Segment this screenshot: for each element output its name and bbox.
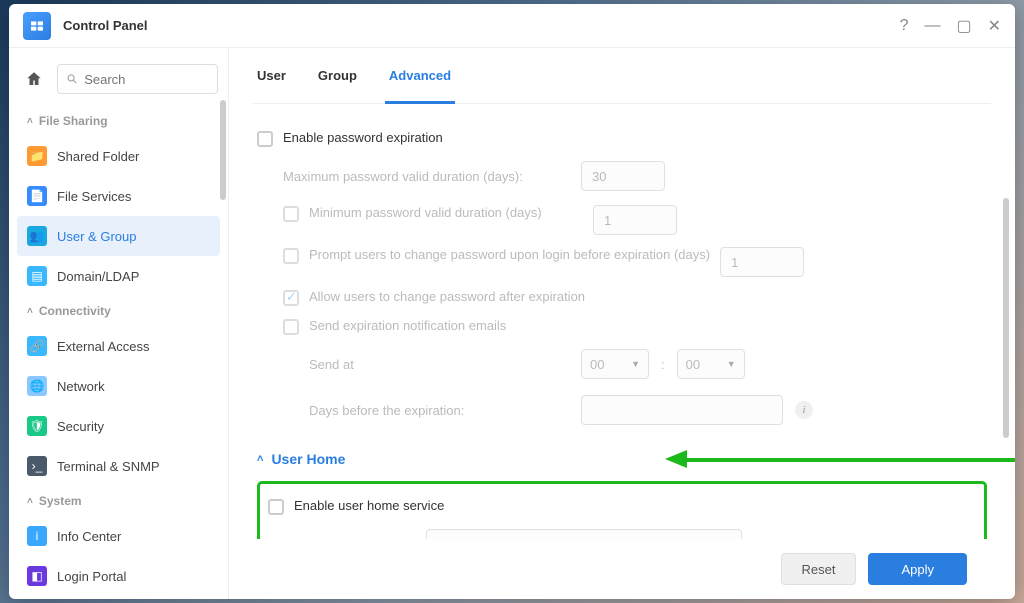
prompt-checkbox xyxy=(283,248,299,264)
terminal-icon: ›_ xyxy=(27,456,47,476)
sidebar-item-terminal-snmp[interactable]: ›_ Terminal & SNMP xyxy=(17,446,220,486)
sidebar-item-login-portal[interactable]: ◧ Login Portal xyxy=(17,556,220,596)
search-input[interactable] xyxy=(84,72,209,87)
sidebar-item-info-center[interactable]: i Info Center xyxy=(17,516,220,556)
info-icon[interactable]: i xyxy=(795,401,813,419)
chevron-up-icon: ˄ xyxy=(257,453,263,465)
sidebar-item-label: Domain/LDAP xyxy=(57,269,139,284)
user-group-icon: 👥 xyxy=(27,226,47,246)
prompt-input[interactable] xyxy=(720,247,804,277)
min-valid-label: Minimum password valid duration (days) xyxy=(309,205,583,220)
enable-password-expiration-checkbox[interactable] xyxy=(257,131,273,147)
sidebar-item-label: Login Portal xyxy=(57,569,126,584)
titlebar: Control Panel ? — ▢ ✕ xyxy=(9,4,1015,48)
chevron-up-icon: ˄ xyxy=(27,116,33,127)
max-valid-input[interactable] xyxy=(581,161,665,191)
content-area: User Group Advanced Enable password expi… xyxy=(229,48,1015,599)
tab-group[interactable]: Group xyxy=(314,60,361,103)
search-icon xyxy=(66,72,78,86)
app-icon xyxy=(23,12,51,40)
sidebar-item-network[interactable]: 🌐 Network xyxy=(17,366,220,406)
location-select[interactable]: Volume 1 (Available capacity: 39 GB)▼ xyxy=(426,529,742,539)
sidebar-item-user-group[interactable]: 👥 User & Group xyxy=(17,216,220,256)
sidebar-item-external-access[interactable]: 🔗 External Access xyxy=(17,326,220,366)
max-valid-label: Maximum password valid duration (days): xyxy=(283,169,569,184)
caret-down-icon: ▼ xyxy=(631,359,640,369)
footer: Reset Apply xyxy=(253,539,991,599)
sidebar-scrollbar[interactable] xyxy=(220,100,226,200)
network-icon: 🌐 xyxy=(27,376,47,396)
user-home-section-header[interactable]: ˄ User Home xyxy=(257,433,987,477)
sidebar-item-shared-folder[interactable]: 📁 Shared Folder xyxy=(17,136,220,176)
sidebar-item-label: Terminal & SNMP xyxy=(57,459,160,474)
search-box[interactable] xyxy=(57,64,218,94)
section-connectivity[interactable]: ˄ Connectivity xyxy=(17,296,220,326)
time-separator: : xyxy=(661,357,665,372)
file-services-icon: 📄 xyxy=(27,186,47,206)
enable-password-expiration-label: Enable password expiration xyxy=(283,130,443,145)
settings-panel: Enable password expiration Maximum passw… xyxy=(253,104,991,539)
reset-button[interactable]: Reset xyxy=(781,553,857,585)
tab-user[interactable]: User xyxy=(253,60,290,103)
close-icon[interactable]: ✕ xyxy=(988,16,1001,36)
chevron-up-icon: ˄ xyxy=(27,306,33,317)
domain-icon: ▤ xyxy=(27,266,47,286)
days-before-input[interactable] xyxy=(581,395,783,425)
external-access-icon: 🔗 xyxy=(27,336,47,356)
tabs: User Group Advanced xyxy=(253,60,991,104)
minimize-icon[interactable]: — xyxy=(924,17,940,35)
send-at-label: Send at xyxy=(309,357,569,372)
enable-user-home-label: Enable user home service xyxy=(294,498,444,513)
allow-change-label: Allow users to change password after exp… xyxy=(309,289,585,304)
tab-advanced[interactable]: Advanced xyxy=(385,60,455,103)
section-system[interactable]: ˄ System xyxy=(17,486,220,516)
sidebar-item-label: User & Group xyxy=(57,229,136,244)
sidebar: ˄ File Sharing 📁 Shared Folder 📄 File Se… xyxy=(9,48,229,599)
send-at-hour-select[interactable]: 00▼ xyxy=(581,349,649,379)
send-notif-label: Send expiration notification emails xyxy=(309,318,506,333)
control-panel-window: Control Panel ? — ▢ ✕ ˄ File Sharing xyxy=(9,4,1015,599)
prompt-label: Prompt users to change password upon log… xyxy=(309,247,710,262)
send-at-minute-select[interactable]: 00▼ xyxy=(677,349,745,379)
info-icon: i xyxy=(27,526,47,546)
sidebar-item-label: File Services xyxy=(57,189,131,204)
chevron-up-icon: ˄ xyxy=(27,496,33,507)
sidebar-item-label: Security xyxy=(57,419,104,434)
maximize-icon[interactable]: ▢ xyxy=(956,16,971,36)
help-icon[interactable]: ? xyxy=(900,17,909,35)
login-portal-icon: ◧ xyxy=(27,566,47,586)
sidebar-item-label: Info Center xyxy=(57,529,121,544)
min-valid-input[interactable] xyxy=(593,205,677,235)
sidebar-item-label: Shared Folder xyxy=(57,149,139,164)
sidebar-item-file-services[interactable]: 📄 File Services xyxy=(17,176,220,216)
shield-icon: 🛡 xyxy=(27,416,47,436)
caret-down-icon: ▼ xyxy=(727,359,736,369)
apply-button[interactable]: Apply xyxy=(868,553,967,585)
send-notif-checkbox xyxy=(283,319,299,335)
min-valid-checkbox xyxy=(283,206,299,222)
home-button[interactable] xyxy=(19,64,49,94)
content-scrollbar[interactable] xyxy=(1003,198,1009,438)
allow-change-checkbox xyxy=(283,290,299,306)
sidebar-item-label: Network xyxy=(57,379,105,394)
enable-user-home-checkbox[interactable] xyxy=(268,499,284,515)
sidebar-item-label: External Access xyxy=(57,339,150,354)
sidebar-item-domain-ldap[interactable]: ▤ Domain/LDAP xyxy=(17,256,220,296)
section-file-sharing[interactable]: ˄ File Sharing xyxy=(17,106,220,136)
folder-icon: 📁 xyxy=(27,146,47,166)
days-before-label: Days before the expiration: xyxy=(309,403,569,418)
sidebar-item-security[interactable]: 🛡 Security xyxy=(17,406,220,446)
window-title: Control Panel xyxy=(63,18,148,33)
highlight-annotation: Enable user home service Location of hom… xyxy=(257,481,987,539)
